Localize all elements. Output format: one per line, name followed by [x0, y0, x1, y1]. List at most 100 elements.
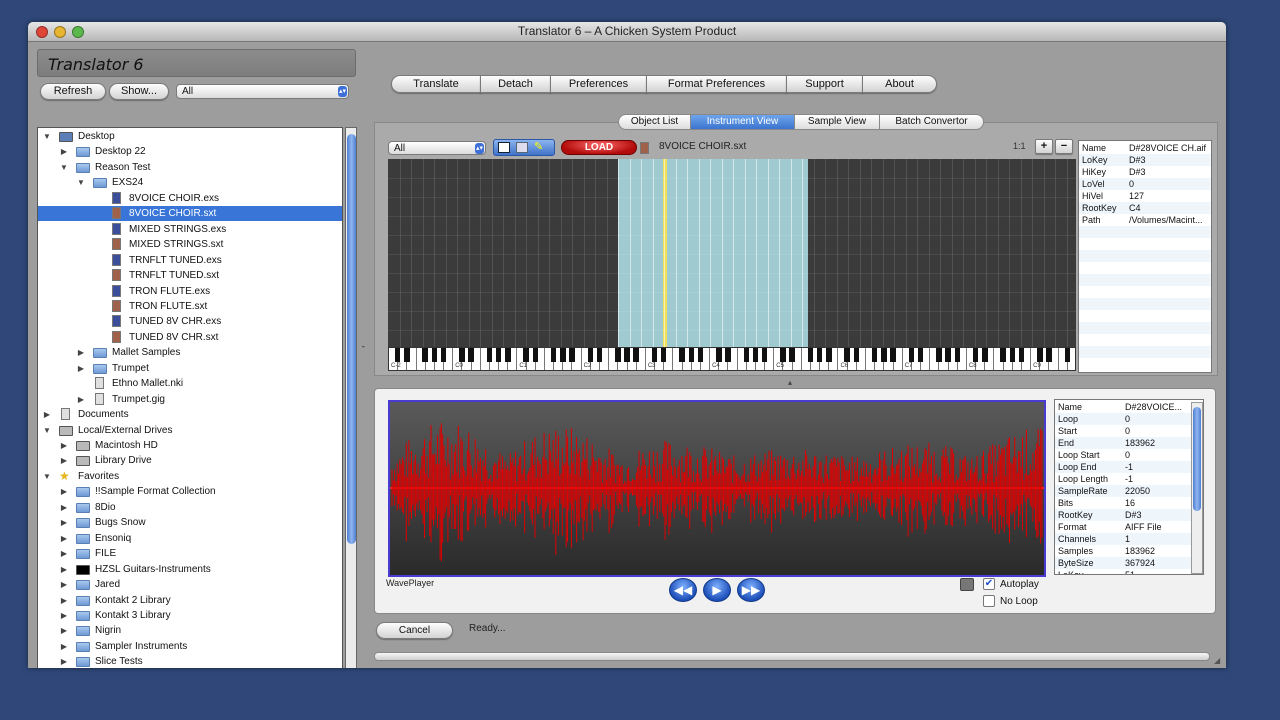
- keyboard-view-icon[interactable]: [498, 142, 510, 153]
- zoom-in-button[interactable]: +: [1035, 139, 1053, 154]
- key-zone-grid[interactable]: [388, 159, 1076, 347]
- black-key[interactable]: [486, 348, 493, 362]
- black-key[interactable]: [982, 348, 988, 362]
- disclosure-closed-icon[interactable]: ▶: [76, 345, 86, 360]
- tree-row[interactable]: TRNFLT TUNED.sxt: [38, 268, 342, 283]
- edit-pencil-icon[interactable]: ✎: [534, 141, 548, 154]
- black-key[interactable]: [440, 348, 447, 362]
- tree-row[interactable]: ▶ Macintosh HD: [38, 438, 342, 453]
- black-key[interactable]: [495, 348, 502, 362]
- disclosure-closed-icon[interactable]: ▶: [59, 144, 69, 159]
- black-key[interactable]: [679, 348, 685, 362]
- waveform-display[interactable]: [388, 400, 1046, 577]
- speaker-icon[interactable]: [960, 578, 974, 591]
- tab-support[interactable]: Support: [786, 75, 863, 93]
- black-key[interactable]: [431, 348, 438, 362]
- splitter-handle-icon[interactable]: ▴: [788, 378, 792, 387]
- black-key[interactable]: [660, 348, 667, 362]
- tree-row[interactable]: Ethno Mallet.nki: [38, 376, 342, 391]
- tree-row[interactable]: ▶ Trumpet: [38, 361, 342, 376]
- black-key[interactable]: [1018, 348, 1025, 362]
- tree-row[interactable]: ▼ EXS24: [38, 175, 342, 190]
- black-key[interactable]: [890, 348, 896, 362]
- black-key[interactable]: [596, 348, 603, 362]
- refresh-button[interactable]: Refresh: [40, 83, 106, 100]
- cancel-button[interactable]: Cancel: [376, 622, 453, 639]
- black-key[interactable]: [725, 348, 731, 362]
- tree-row[interactable]: ▼ Desktop: [38, 129, 342, 144]
- black-key[interactable]: [1064, 348, 1071, 362]
- tree-row[interactable]: TUNED 8V CHR.exs: [38, 314, 342, 329]
- tab-preferences[interactable]: Preferences: [550, 75, 647, 93]
- black-key[interactable]: [761, 348, 768, 362]
- tree-row[interactable]: ▼ Reason Test: [38, 160, 342, 175]
- black-key[interactable]: [394, 348, 401, 362]
- play-button[interactable]: ▶: [703, 578, 731, 602]
- tree-row[interactable]: ▶ Sampler Instruments: [38, 639, 342, 654]
- zoom-window-button[interactable]: [72, 26, 84, 38]
- minimize-window-button[interactable]: [54, 26, 66, 38]
- black-key[interactable]: [633, 348, 639, 362]
- black-key[interactable]: [844, 348, 850, 362]
- black-key[interactable]: [505, 348, 511, 362]
- disclosure-closed-icon[interactable]: ▶: [76, 392, 86, 407]
- disclosure-closed-icon[interactable]: ▶: [42, 407, 52, 422]
- black-key[interactable]: [1037, 348, 1043, 362]
- no-loop-checkbox[interactable]: [983, 595, 995, 607]
- tree-row[interactable]: 8VOICE CHOIR.sxt: [38, 206, 342, 222]
- black-key[interactable]: [881, 348, 887, 362]
- disclosure-closed-icon[interactable]: ▶: [59, 484, 69, 499]
- tree-scroll-thumb[interactable]: [347, 134, 356, 544]
- tree-row[interactable]: ▶ Trumpet.gig: [38, 392, 342, 407]
- disclosure-open-icon[interactable]: ▼: [42, 469, 52, 484]
- black-key[interactable]: [688, 348, 694, 362]
- black-key[interactable]: [615, 348, 621, 362]
- black-key[interactable]: [816, 348, 823, 362]
- black-key[interactable]: [1009, 348, 1016, 362]
- disclosure-closed-icon[interactable]: ▶: [76, 361, 86, 376]
- disclosure-closed-icon[interactable]: ▶: [59, 623, 69, 638]
- filter-select[interactable]: All ▴▾: [176, 84, 349, 99]
- tab-batch-convertor[interactable]: Batch Convertor: [879, 114, 984, 130]
- tab-instrument-view[interactable]: Instrument View: [690, 114, 795, 130]
- tree-row[interactable]: MIXED STRINGS.exs: [38, 222, 342, 237]
- tree-row[interactable]: ▶ Bugs Snow: [38, 515, 342, 530]
- black-key[interactable]: [936, 348, 942, 362]
- tree-row[interactable]: ▼ ★ Favorites: [38, 469, 342, 484]
- tab-sample-view[interactable]: Sample View: [794, 114, 880, 130]
- black-key[interactable]: [459, 348, 465, 362]
- black-key[interactable]: [908, 348, 915, 362]
- black-key[interactable]: [945, 348, 951, 362]
- black-key[interactable]: [569, 348, 575, 362]
- load-button[interactable]: LOAD: [561, 140, 637, 155]
- black-key[interactable]: [917, 348, 924, 362]
- black-key[interactable]: [972, 348, 979, 362]
- rewind-button[interactable]: ◀◀: [669, 578, 697, 602]
- disclosure-closed-icon[interactable]: ▶: [59, 515, 69, 530]
- tree-row[interactable]: ▶ Jared: [38, 577, 342, 592]
- tab-about[interactable]: About: [862, 75, 937, 93]
- black-key[interactable]: [404, 348, 410, 362]
- fast-forward-button[interactable]: ▶▶: [737, 578, 765, 602]
- tree-row[interactable]: ▶ !!Sample Format Collection: [38, 484, 342, 499]
- disclosure-open-icon[interactable]: ▼: [42, 423, 52, 438]
- tree-row[interactable]: ▶ Kontakt 2 Library: [38, 593, 342, 608]
- disclosure-closed-icon[interactable]: ▶: [59, 562, 69, 577]
- disclosure-closed-icon[interactable]: ▶: [59, 438, 69, 453]
- black-key[interactable]: [1000, 348, 1006, 362]
- disclosure-open-icon[interactable]: ▼: [42, 129, 52, 144]
- file-tree[interactable]: ▼ Desktop ▶ Desktop 22 ▼ Reason Test ▼ EXS24 8VO…: [37, 127, 343, 668]
- tree-row[interactable]: ▶ 8Dio: [38, 500, 342, 515]
- disclosure-open-icon[interactable]: ▼: [76, 175, 86, 190]
- black-key[interactable]: [743, 348, 750, 362]
- tree-row[interactable]: 8VOICE CHOIR.exs: [38, 191, 342, 206]
- show-button[interactable]: Show...: [109, 83, 169, 100]
- black-key[interactable]: [1046, 348, 1052, 362]
- tree-row[interactable]: ▶ Documents: [38, 407, 342, 422]
- tree-row[interactable]: TUNED 8V CHR.sxt: [38, 330, 342, 345]
- list-view-icon[interactable]: [516, 142, 528, 153]
- disclosure-closed-icon[interactable]: ▶: [59, 546, 69, 561]
- instrument-filter-select[interactable]: All ▴▾: [388, 141, 486, 155]
- sample-properties-scroll-thumb[interactable]: [1193, 407, 1201, 511]
- zoom-out-button[interactable]: −: [1055, 139, 1073, 154]
